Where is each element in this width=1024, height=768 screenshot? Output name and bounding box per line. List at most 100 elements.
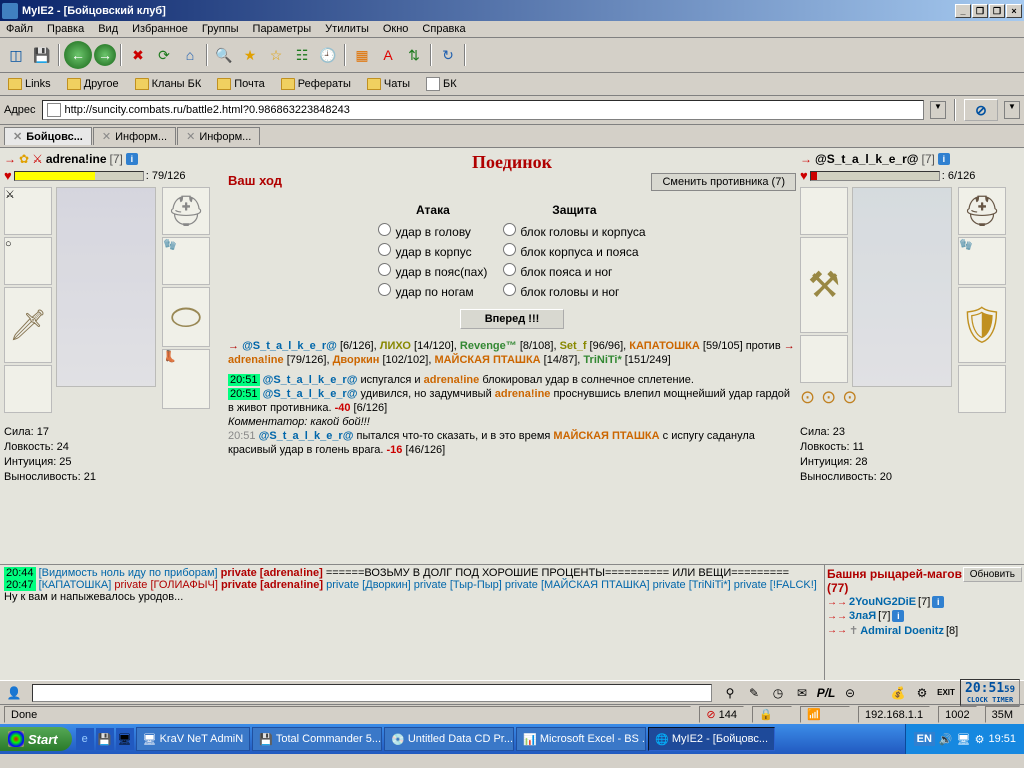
tab-1[interactable]: ✕Информ... [93, 127, 176, 145]
new-tab-icon[interactable]: ◫ [4, 43, 28, 67]
defense-radio-1[interactable] [503, 243, 516, 256]
speak-icon[interactable]: 👤 [4, 683, 24, 703]
player-left-name[interactable]: adrena!ine [46, 152, 107, 166]
link-refs[interactable]: Рефераты [277, 76, 355, 92]
home-button[interactable]: ⌂ [178, 43, 202, 67]
minimize-button[interactable]: _ [955, 4, 971, 18]
menu-utils[interactable]: Утилиты [325, 23, 369, 35]
add-fav-icon[interactable]: ☆ [264, 43, 288, 67]
equip-slot[interactable] [958, 365, 1006, 413]
tool1-icon[interactable]: ▦ [350, 43, 374, 67]
btn2-icon[interactable]: ✎ [744, 683, 764, 703]
defense-radio-0[interactable] [503, 223, 516, 236]
back-button[interactable]: ← [64, 41, 92, 69]
equip-slot[interactable]: ⚔ [4, 187, 52, 235]
menu-window[interactable]: Окно [383, 23, 409, 35]
defense-radio-3[interactable] [503, 283, 516, 296]
attack-radio-3[interactable] [378, 283, 391, 296]
player-right-name[interactable]: @S_t_a_l_k_e_r@ [815, 152, 918, 166]
task-item-2[interactable]: 💿 Untitled Data CD Pr... [384, 727, 514, 751]
equip-weapon[interactable]: 🗡 [4, 287, 52, 363]
equip-shield[interactable]: ⬭ [162, 287, 210, 347]
attack-radio-1[interactable] [378, 243, 391, 256]
equip-shield[interactable]: 🛡 [958, 287, 1006, 363]
quick-ie-icon[interactable]: e [76, 728, 94, 750]
restore2-button[interactable]: ❐ [989, 4, 1005, 18]
favorites-icon[interactable]: ★ [238, 43, 262, 67]
info-icon[interactable]: i [126, 153, 138, 165]
groups-icon[interactable]: ☷ [290, 43, 314, 67]
link-mail[interactable]: Почта [213, 76, 269, 92]
btn1-icon[interactable]: ⚲ [720, 683, 740, 703]
link-chats[interactable]: Чаты [363, 76, 414, 92]
tray-icon[interactable]: 🔊 [939, 733, 953, 746]
combat-go-button[interactable]: Вперед !!! [460, 309, 565, 329]
stop-button[interactable]: ✖ [126, 43, 150, 67]
btn8-icon[interactable]: ⚙ [912, 683, 932, 703]
quick-save-icon[interactable]: 💾 [96, 728, 114, 750]
tool2-icon[interactable]: A [376, 43, 400, 67]
tray-lang[interactable]: EN [914, 732, 935, 746]
equip-helm[interactable]: ⛑ [958, 187, 1006, 235]
btn6-icon[interactable]: ⊝ [840, 683, 860, 703]
tool4-icon[interactable]: ↻ [436, 43, 460, 67]
tray-icon[interactable]: ⚙ [975, 733, 985, 746]
go-dropdown[interactable]: ▼ [1004, 101, 1020, 119]
save-icon[interactable]: 💾 [30, 43, 54, 67]
link-clans[interactable]: Кланы БК [131, 76, 206, 92]
task-item-3[interactable]: 📊 Microsoft Excel - BS ... [516, 727, 646, 751]
menu-options[interactable]: Параметры [253, 23, 312, 35]
chat-input[interactable] [32, 684, 712, 702]
link-other[interactable]: Другое [63, 76, 123, 92]
close-button[interactable]: × [1006, 4, 1022, 18]
status-empty2: 📶 [800, 706, 850, 723]
menu-groups[interactable]: Группы [202, 23, 239, 35]
equip-mace[interactable]: ⚒ [800, 237, 848, 333]
attack-radio-2[interactable] [378, 263, 391, 276]
btn4-icon[interactable]: ✉ [792, 683, 812, 703]
refresh-chat-button[interactable]: Обновить [963, 567, 1022, 582]
exit-icon[interactable]: EXIT [936, 683, 956, 703]
task-item-4[interactable]: 🌐 MyIE2 - [Бойцовс... [648, 727, 775, 751]
defense-radio-2[interactable] [503, 263, 516, 276]
menu-help[interactable]: Справка [422, 23, 465, 35]
user-item[interactable]: →→✝Admiral Doenitz[8] [827, 623, 1022, 638]
tray-icon[interactable]: 🖥 [957, 733, 971, 746]
btn5-icon[interactable]: P/L [816, 683, 836, 703]
menu-view[interactable]: Вид [98, 23, 118, 35]
equip-slot[interactable] [4, 365, 52, 413]
btn3-icon[interactable]: ◷ [768, 683, 788, 703]
tab-2[interactable]: ✕Информ... [177, 127, 260, 145]
address-input[interactable]: http://suncity.combats.ru/battle2.html?0… [42, 100, 925, 120]
menu-file[interactable]: Файл [6, 23, 33, 35]
restore-button[interactable]: ❐ [972, 4, 988, 18]
user-item[interactable]: →→3лаЯ[7]i [827, 609, 1022, 623]
forward-button[interactable]: → [94, 44, 116, 66]
tool3-icon[interactable]: ⇅ [402, 43, 426, 67]
task-item-1[interactable]: 💾 Total Commander 5... [252, 727, 382, 751]
menu-favorites[interactable]: Избранное [132, 23, 188, 35]
menu-edit[interactable]: Правка [47, 23, 84, 35]
equip-slot[interactable]: ○ [4, 237, 52, 285]
link-bk[interactable]: БК [422, 75, 461, 93]
equip-slot[interactable]: 🧤 [162, 237, 210, 285]
equip-slot[interactable] [800, 187, 848, 235]
address-dropdown[interactable]: ▼ [930, 101, 946, 119]
info-icon[interactable]: i [938, 153, 950, 165]
attack-radio-0[interactable] [378, 223, 391, 236]
start-button[interactable]: Start [0, 727, 72, 751]
history-icon[interactable]: 🕘 [316, 43, 340, 67]
task-item-0[interactable]: 🖥 KraV NeT AdmiN [136, 727, 251, 751]
change-opponent-button[interactable]: Сменить противника (7) [651, 173, 796, 191]
btn7-icon[interactable]: 💰 [888, 683, 908, 703]
equip-helm[interactable]: ⛑ [162, 187, 210, 235]
refresh-button[interactable]: ⟳ [152, 43, 176, 67]
user-item[interactable]: →→2YouNG2DiE[7]i [827, 595, 1022, 609]
equip-gloves[interactable]: 🧤 [958, 237, 1006, 285]
quick-desktop-icon[interactable]: 🖥 [116, 728, 134, 750]
go-button[interactable]: ⊘ [964, 99, 998, 121]
equip-boots[interactable]: 👢 [162, 349, 210, 409]
equip-slot[interactable] [800, 335, 848, 383]
search-icon[interactable]: 🔍 [212, 43, 236, 67]
tab-0[interactable]: ✕Бойцовс... [4, 127, 92, 145]
